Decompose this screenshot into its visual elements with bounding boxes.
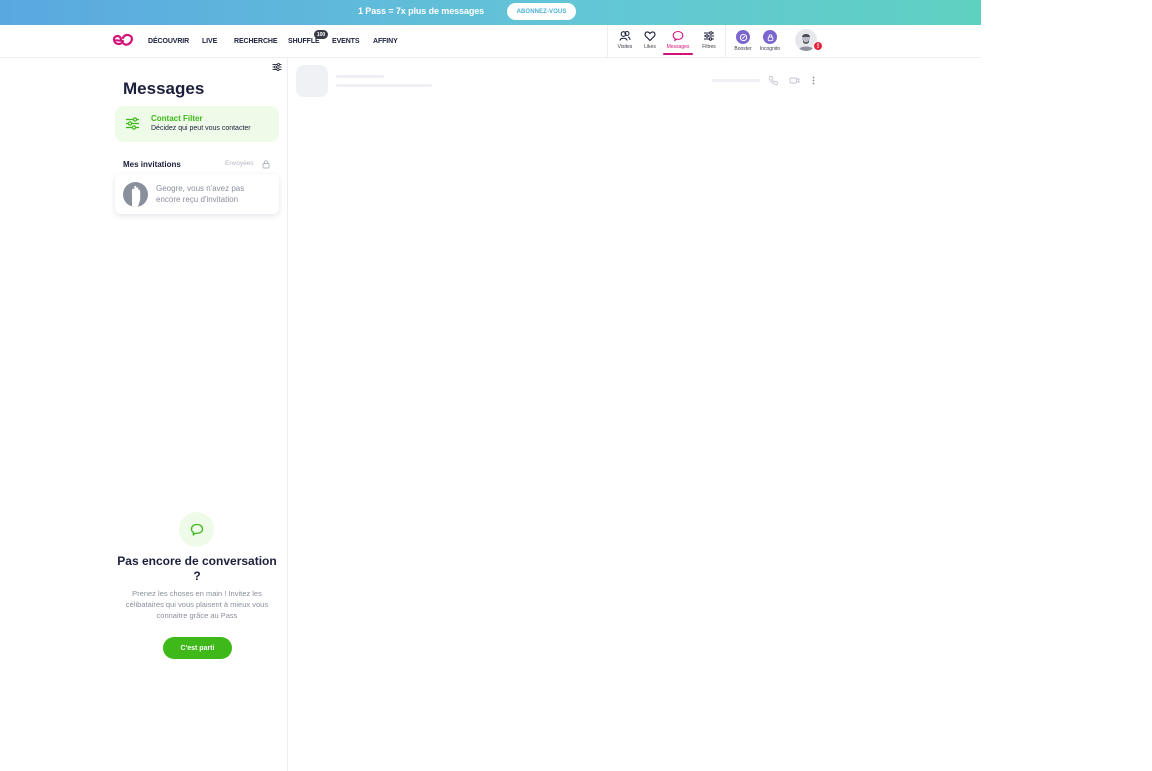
messages-sidebar: Messages Contact Filter Décidez qui peut…: [107, 58, 288, 771]
invitations-heading: Mes invitations: [123, 160, 181, 169]
nav-booster[interactable]: Booster: [728, 30, 758, 52]
shuffle-count-badge: 100: [314, 30, 328, 39]
hand-avatar-icon: [123, 182, 148, 207]
nav-divider: [725, 25, 726, 58]
nav-filtres[interactable]: Filtres: [694, 30, 724, 50]
profile-alert-badge: !: [813, 41, 823, 51]
nav-messages[interactable]: Messages: [663, 30, 693, 55]
contact-filter-subtitle: Décidez qui peut vous contacter: [151, 125, 251, 132]
sliders-icon: [704, 31, 714, 41]
incognito-label: Incognito: [759, 46, 781, 52]
invitations-empty-text: Geogre, vous n'avez pas encore reçu d'in…: [156, 184, 245, 204]
contact-filter-card[interactable]: Contact Filter Décidez qui peut vous con…: [115, 106, 279, 142]
page-title: Messages: [123, 79, 205, 98]
chat-bubble-icon: [672, 30, 684, 42]
messages-label: Messages: [666, 44, 690, 50]
nav-incognito[interactable]: Incognito: [755, 30, 785, 52]
skeleton-line: [336, 84, 432, 87]
video-camera-icon[interactable]: [789, 75, 800, 86]
empty-state-text: Prenez les choses en main ! Invitez les …: [125, 589, 269, 620]
filter-settings-icon[interactable]: [272, 62, 282, 72]
subscribe-button[interactable]: ABONNEZ-VOUS: [507, 3, 576, 20]
likes-label: Likes: [644, 44, 656, 50]
incognito-icon: [763, 30, 777, 44]
nav-affiny[interactable]: AFFINY: [373, 38, 398, 45]
booster-icon: [736, 30, 750, 44]
heart-icon: [644, 31, 656, 42]
sliders-icon: [126, 117, 139, 130]
nav-decouvrir[interactable]: DÉCOUVRIR: [148, 38, 189, 45]
lock-icon: [262, 160, 270, 169]
phone-icon[interactable]: [768, 75, 779, 86]
nav-events[interactable]: EVENTS: [332, 38, 360, 45]
promo-banner: 1 Pass = 7x plus de messages ABONNEZ-VOU…: [0, 0, 981, 25]
skeleton-line: [336, 75, 384, 78]
start-button[interactable]: C'est parti: [163, 637, 232, 659]
nav-shuffle[interactable]: SHUFFLE: [288, 38, 320, 45]
skeleton-avatar: [296, 65, 328, 97]
nav-divider: [607, 25, 608, 58]
nav-likes[interactable]: Likes: [635, 30, 665, 50]
empty-state-title: Pas encore de conversation ?: [117, 554, 277, 583]
skeleton-line: [712, 79, 760, 82]
empty-conversation-icon: [179, 512, 214, 547]
top-navigation: DÉCOUVRIR LIVE RECHERCHE SHUFFLE 100 EVE…: [0, 25, 981, 58]
visitors-icon: [619, 31, 631, 41]
promo-text: 1 Pass = 7x plus de messages: [358, 6, 485, 16]
contact-filter-title: Contact Filter: [151, 114, 203, 123]
logo-icon[interactable]: [112, 32, 134, 48]
nav-live[interactable]: LIVE: [202, 38, 217, 45]
booster-label: Booster: [734, 46, 752, 52]
invitations-empty-card: Geogre, vous n'avez pas encore reçu d'in…: [115, 174, 279, 214]
visites-label: Visites: [617, 44, 633, 50]
sent-invitations-link[interactable]: Envoyées: [225, 160, 254, 167]
more-options-icon[interactable]: [808, 75, 819, 86]
nav-recherche[interactable]: RECHERCHE: [234, 38, 278, 45]
filtres-label: Filtres: [702, 44, 716, 50]
